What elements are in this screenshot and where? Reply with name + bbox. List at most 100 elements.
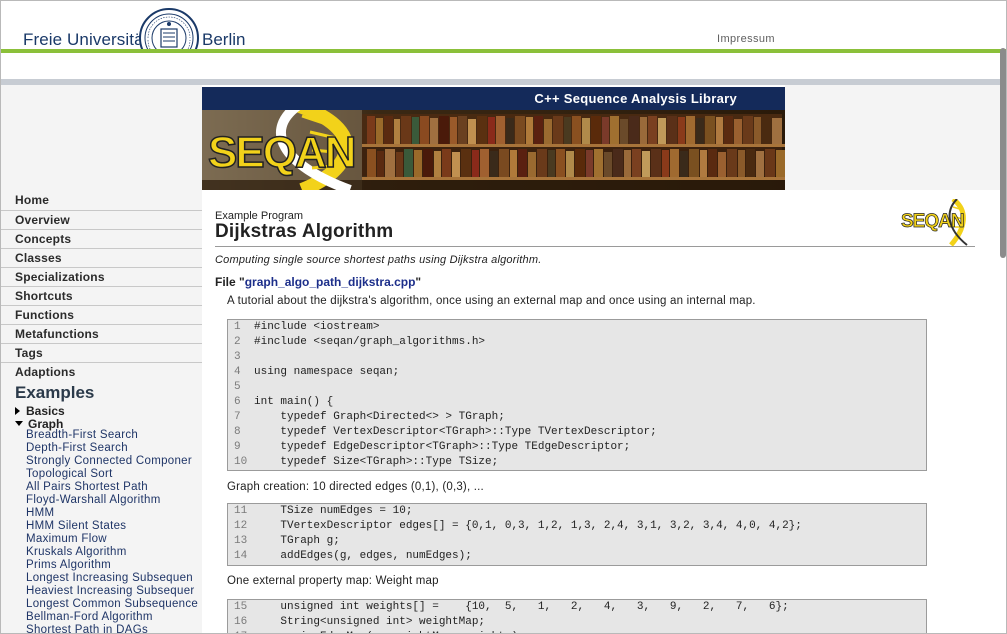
expand-triangle-icon[interactable] xyxy=(15,407,20,415)
collapse-triangle-icon[interactable] xyxy=(15,421,23,426)
fu-wordmark-right[interactable]: Berlin xyxy=(202,30,245,50)
code-text: TGraph g; xyxy=(254,535,340,547)
seqan-logo-text: SEQAN xyxy=(901,211,965,233)
example-link[interactable]: Breadth-First Search xyxy=(26,429,202,442)
examples-group-basics[interactable]: Basics xyxy=(15,404,65,418)
sidebar-item-functions[interactable]: Functions xyxy=(1,305,202,324)
example-link[interactable]: Longest Increasing Subsequen xyxy=(26,572,202,585)
code-line: 11 TSize numEdges = 10; xyxy=(228,504,926,519)
example-link[interactable]: Depth-First Search xyxy=(26,442,202,455)
line-number: 1 xyxy=(234,321,241,333)
line-number: 12 xyxy=(234,520,248,532)
code-text: addEdges(g, edges, numEdges); xyxy=(254,550,472,562)
code-text: TSize numEdges = 10; xyxy=(254,505,413,517)
code-line: 9 typedef EdgeDescriptor<TGraph>::Type T… xyxy=(228,440,926,455)
file-suffix: " xyxy=(415,275,422,289)
vertical-scrollbar-thumb[interactable] xyxy=(1000,48,1006,258)
line-number: 6 xyxy=(234,396,241,408)
code-text: #include <iostream> xyxy=(254,321,380,333)
examples-heading: Examples xyxy=(15,383,95,402)
line-number: 7 xyxy=(234,411,241,423)
sidebar-item-classes[interactable]: Classes xyxy=(1,248,202,267)
sidebar-item-adaptions[interactable]: Adaptions xyxy=(1,362,202,381)
code-text: #include <seqan/graph_algorithms.h> xyxy=(254,336,486,348)
code-block-1[interactable]: 1 #include <iostream> 2 #include <seqan/gra… xyxy=(227,319,927,471)
line-number: 16 xyxy=(234,616,248,628)
line-number: 2 xyxy=(234,336,241,348)
example-link[interactable]: Topological Sort xyxy=(26,468,202,481)
file-link[interactable]: graph_algo_path_dijkstra.cpp xyxy=(245,275,416,289)
code-text: resizeEdgeMap(g, weightMap, weights); xyxy=(254,630,524,633)
example-link[interactable]: HMM xyxy=(26,507,202,520)
line-number: 17 xyxy=(228,630,254,633)
sidebar-nav: Home Overview Concepts Classes Specializ… xyxy=(1,191,202,381)
sidebar-item-shortcuts[interactable]: Shortcuts xyxy=(1,286,202,305)
graph-examples-list: Breadth-First Search Depth-First Search … xyxy=(26,429,202,633)
code-text: String<unsigned int> weightMap; xyxy=(254,616,486,628)
code-text: int main() { xyxy=(254,396,334,408)
sidebar-item-overview[interactable]: Overview xyxy=(1,210,202,229)
seqan-banner-logo-text: SEQAN xyxy=(207,127,357,178)
impressum-link[interactable]: Impressum xyxy=(717,33,775,45)
banner-image: SEQAN xyxy=(202,110,785,190)
example-link[interactable]: Maximum Flow xyxy=(26,533,202,546)
line-number: 11 xyxy=(234,505,248,517)
example-link[interactable]: Kruskals Algorithm xyxy=(26,546,202,559)
code-text: typedef Graph<Directed<> > TGraph; xyxy=(254,411,505,423)
example-link[interactable]: Strongly Connected Componer xyxy=(26,455,202,468)
sidebar-item-tags[interactable]: Tags xyxy=(1,343,202,362)
sidebar-item-home[interactable]: Home xyxy=(1,191,202,210)
code-line: 14 addEdges(g, edges, numEdges); xyxy=(228,549,926,564)
graph-creation-paragraph: Graph creation: 10 directed edges (0,1),… xyxy=(227,481,484,493)
example-link[interactable]: Floyd-Warshall Algorithm xyxy=(26,494,202,507)
title-divider xyxy=(215,246,975,247)
code-line: 17 resizeEdgeMap(g, weightMap, weights); xyxy=(228,630,926,633)
code-line: 15 unsigned int weights[] = {10, 5, 1, 2… xyxy=(228,600,926,615)
code-text: unsigned int weights[] = {10, 5, 1, 2, 4… xyxy=(254,601,789,613)
line-number: 8 xyxy=(234,426,241,438)
line-number: 9 xyxy=(234,441,241,453)
site-header: Freie Universität Berlin Impressum xyxy=(1,1,1006,68)
line-number: 5 xyxy=(234,381,241,393)
fu-wordmark-left[interactable]: Freie Universität xyxy=(23,30,148,50)
code-text: typedef Size<TGraph>::Type TSize; xyxy=(254,456,499,468)
example-link[interactable]: Shortest Path in DAGs xyxy=(26,624,202,633)
code-line: 3 xyxy=(228,350,926,365)
browser-viewport: Freie Universität Berlin Impressum C++ S… xyxy=(0,0,1007,634)
line-number: 4 xyxy=(234,366,241,378)
group-label: Basics xyxy=(26,404,65,418)
code-block-2[interactable]: 11 TSize numEdges = 10; 12 TVertexDescrip… xyxy=(227,503,927,566)
example-link[interactable]: Bellman-Ford Algorithm xyxy=(26,611,202,624)
banner-side-fill xyxy=(785,85,1006,190)
program-description: Computing single source shortest paths u… xyxy=(215,254,542,266)
sidebar-item-metafunctions[interactable]: Metafunctions xyxy=(1,324,202,343)
code-line: 8 typedef VertexDescriptor<TGraph>::Type… xyxy=(228,425,926,440)
sidebar-item-concepts[interactable]: Concepts xyxy=(1,229,202,248)
example-link[interactable]: HMM Silent States xyxy=(26,520,202,533)
line-number: 13 xyxy=(234,535,248,547)
code-line: 4 using namespace seqan; xyxy=(228,365,926,380)
file-heading: File "graph_algo_path_dijkstra.cpp" xyxy=(215,275,421,289)
sidebar-item-specializations[interactable]: Specializations xyxy=(1,267,202,286)
banner-title: C++ Sequence Analysis Library xyxy=(202,87,785,110)
line-number: 14 xyxy=(234,550,248,562)
page-title: Dijkstras Algorithm xyxy=(215,221,394,242)
code-block-3[interactable]: 15 unsigned int weights[] = {10, 5, 1, 2… xyxy=(227,599,927,633)
weight-map-paragraph: One external property map: Weight map xyxy=(227,575,439,587)
example-link[interactable]: All Pairs Shortest Path xyxy=(26,481,202,494)
header-spacer xyxy=(1,53,1006,79)
code-line: 6 int main() { xyxy=(228,395,926,410)
seqan-logo: SEQAN xyxy=(901,197,975,247)
intro-paragraph: A tutorial about the dijkstra's algorith… xyxy=(227,295,756,307)
code-line: 13 TGraph g; xyxy=(228,534,926,549)
example-link[interactable]: Prims Algorithm xyxy=(26,559,202,572)
code-line: 7 typedef Graph<Directed<> > TGraph; xyxy=(228,410,926,425)
code-text: using namespace seqan; xyxy=(254,366,400,378)
code-line: 1 #include <iostream> xyxy=(228,320,926,335)
line-number: 3 xyxy=(234,351,241,363)
code-line: 5 xyxy=(228,380,926,395)
code-line: 10 typedef Size<TGraph>::Type TSize; xyxy=(228,455,926,470)
example-link[interactable]: Heaviest Increasing Subsequer xyxy=(26,585,202,598)
example-link[interactable]: Longest Common Subsequence xyxy=(26,598,202,611)
code-text: typedef VertexDescriptor<TGraph>::Type T… xyxy=(254,426,657,438)
